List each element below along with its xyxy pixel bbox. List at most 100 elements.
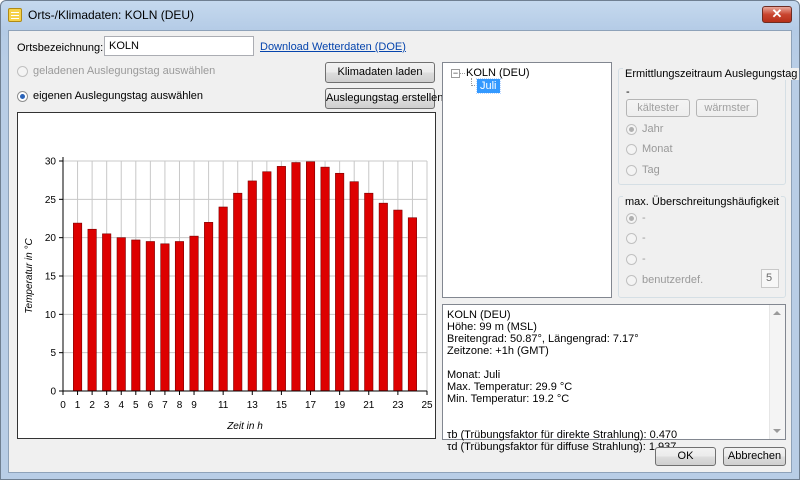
own-day-label: eigenen Auslegungstag auswählen [33, 90, 204, 102]
x-tick-label: 8 [177, 400, 183, 411]
bar-hour-21 [364, 192, 374, 392]
bar-hour-1 [73, 222, 83, 392]
x-tick-label: 1 [75, 400, 81, 411]
bar-hour-9 [189, 235, 199, 392]
bar-hour-14 [262, 171, 272, 392]
x-tick-label: 21 [363, 400, 375, 411]
exceed-label-3: - [642, 253, 646, 265]
x-tick-label: 3 [104, 400, 110, 411]
info-line: Zeitzone: +1h (GMT) [447, 345, 549, 357]
info-line [447, 417, 677, 429]
y-tick-label: 20 [45, 233, 57, 244]
bar-hour-13 [247, 180, 257, 392]
info-line [447, 357, 677, 369]
x-tick-label: 5 [133, 400, 139, 411]
x-tick-label: 0 [60, 400, 66, 411]
y-tick-label: 10 [45, 310, 57, 321]
bar-hour-23 [393, 209, 403, 392]
exceedance-group: max. Überschreitungshäufigkeit - - - ben… [618, 196, 786, 298]
y-tick-label: 0 [50, 387, 56, 398]
title-bar[interactable]: Orts-/Klimadaten: KOLN (DEU) ✕ [1, 1, 799, 29]
scroll-up-icon[interactable] [773, 311, 781, 315]
location-tree: − KOLN (DEU) Juli [442, 62, 612, 298]
location-label: Ortsbezeichnung: [17, 42, 104, 54]
x-tick-label: 2 [89, 400, 95, 411]
tree-collapse-icon[interactable]: − [451, 69, 460, 78]
tree-root-item[interactable]: KOLN (DEU) [466, 67, 530, 79]
y-tick-label: 25 [45, 195, 57, 206]
bar-hour-7 [160, 243, 170, 392]
y-tick-label: 15 [45, 272, 57, 283]
x-tick-label: 9 [191, 400, 197, 411]
bar-hour-2 [87, 228, 97, 392]
app-icon [8, 8, 22, 22]
info-line: KOLN (DEU) [447, 309, 511, 321]
x-tick-label: 23 [392, 400, 404, 411]
create-design-day-button[interactable]: Auslegungstag erstellen [325, 88, 443, 109]
x-tick-label: 19 [334, 400, 346, 411]
year-radio[interactable] [626, 124, 637, 135]
info-scrollbar[interactable] [769, 305, 785, 439]
x-axis-label: Zeit in h [226, 421, 263, 432]
info-line: τb (Trübungsfaktor für direkte Strahlung… [447, 429, 678, 441]
info-line: Min. Temperatur: 19.2 °C [447, 393, 570, 405]
exceed-radio-2[interactable] [626, 233, 637, 244]
bar-hour-6 [145, 241, 155, 392]
coldest-button[interactable]: kältester [626, 99, 690, 117]
y-axis-label: Temperatur in °C [24, 238, 35, 314]
exceed-label-custom: benutzerdef. [642, 274, 704, 286]
day-label: Tag [642, 164, 660, 176]
x-tick-label: 7 [162, 400, 168, 411]
own-day-radio[interactable] [17, 91, 28, 102]
ok-button[interactable]: OK [655, 447, 716, 466]
x-tick-label: 11 [218, 400, 229, 411]
month-radio[interactable] [626, 144, 637, 155]
y-tick-label: 5 [50, 348, 56, 359]
x-tick-label: 13 [247, 400, 259, 411]
info-line: Breitengrad: 50.87°, Längengrad: 7.17° [447, 333, 639, 345]
info-line: Monat: Juli [447, 369, 501, 381]
close-button[interactable]: ✕ [762, 6, 792, 23]
bar-hour-20 [349, 181, 359, 392]
day-radio[interactable] [626, 165, 637, 176]
exceed-label-2: - [642, 232, 646, 244]
load-climate-button[interactable]: Klimadaten laden [325, 62, 435, 83]
info-line: Höhe: 99 m (MSL) [447, 321, 537, 333]
exceed-radio-1[interactable] [626, 213, 637, 224]
exceed-radio-custom[interactable] [626, 275, 637, 286]
location-input[interactable]: KOLN [104, 36, 254, 56]
period-group: Ermittlungszeitraum Auslegungstag - kält… [618, 68, 800, 185]
tree-connector [460, 73, 465, 74]
x-tick-label: 15 [276, 400, 288, 411]
download-weather-link[interactable]: Download Wetterdaten (DOE) [260, 41, 406, 53]
temperature-chart: 0 1 2 3 4 5 6 7 8 9 11 13 15 17 19 21 23 25 0 5 10 15 20 25 30 Ze… [17, 112, 436, 439]
location-info-box[interactable]: KOLN (DEU) Höhe: 99 m (MSL) Breitengrad: 5… [442, 304, 786, 453]
bar-hour-22 [378, 202, 388, 392]
bar-hour-4 [116, 237, 126, 392]
bar-hour-10 [204, 222, 214, 392]
exceed-radio-3[interactable] [626, 254, 637, 265]
info-lines: KOLN (DEU) Höhe: 99 m (MSL) Breitengrad: 5… [447, 309, 677, 453]
exceedance-group-title: max. Überschreitungshäufigkeit [623, 196, 782, 208]
info-line: τd (Trübungsfaktor für diffuse Strahlung… [447, 441, 677, 453]
bar-hour-24 [407, 217, 417, 392]
scroll-down-icon[interactable] [773, 429, 781, 433]
y-tick-label: 30 [45, 157, 57, 168]
x-tick-label: 17 [305, 400, 317, 411]
x-tick-label: 25 [421, 400, 433, 411]
warmest-button[interactable]: wärmster [696, 99, 758, 117]
period-dash: - [626, 86, 630, 98]
info-line: Max. Temperatur: 29.9 °C [447, 381, 573, 393]
exceed-label-1: - [642, 212, 646, 224]
loaded-day-radio[interactable] [17, 66, 28, 77]
x-tick-label: 4 [118, 400, 124, 411]
dialog-body: Ortsbezeichnung: KOLN Download Wetterdat… [8, 30, 800, 473]
dialog-window: Orts-/Klimadaten: KOLN (DEU) ✕ Ortsbezei… [0, 0, 800, 480]
tree-child-item[interactable]: Juli [476, 78, 501, 94]
custom-frequency-input[interactable]: 5 [761, 269, 779, 288]
cancel-button[interactable]: Abbrechen [723, 447, 786, 466]
bar-hour-11 [218, 206, 228, 392]
x-tick-label: 6 [148, 400, 154, 411]
info-line [447, 405, 677, 417]
year-label: Jahr [642, 123, 664, 135]
